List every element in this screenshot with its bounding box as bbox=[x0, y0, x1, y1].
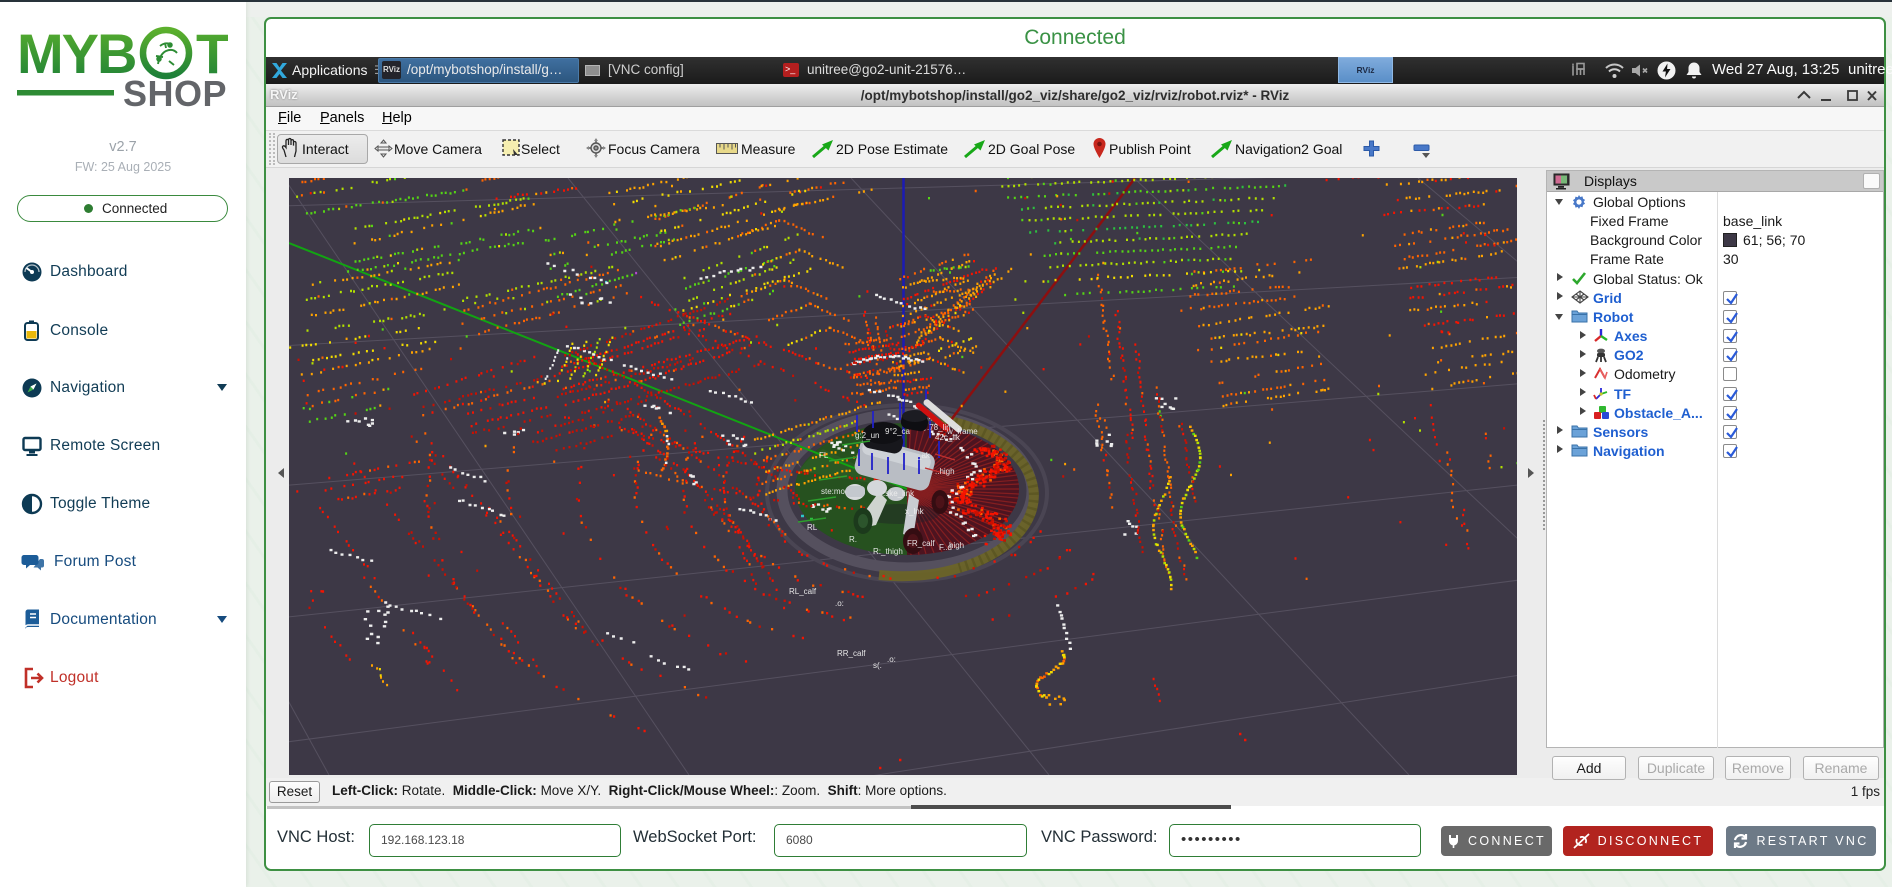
svg-text:R.: R. bbox=[849, 535, 857, 544]
svg-text:MYB: MYB bbox=[17, 26, 135, 85]
svg-text:42c_lik: 42c_lik bbox=[935, 433, 961, 442]
svg-text:_ak: _ak bbox=[916, 451, 931, 460]
svg-text:g:2_un: g:2_un bbox=[855, 431, 879, 440]
svg-text:s(.: s(. bbox=[873, 661, 882, 670]
svg-text:.o:: .o: bbox=[887, 655, 896, 664]
svg-text:..high: ..high bbox=[935, 467, 955, 476]
svg-text:RL: RL bbox=[807, 523, 818, 532]
svg-text::ske_link: :ske_link bbox=[883, 489, 915, 498]
svg-text:9°2_ca: 9°2_ca bbox=[885, 427, 911, 436]
svg-text:SHOP: SHOP bbox=[123, 73, 227, 110]
svg-text:RL_calf: RL_calf bbox=[789, 587, 817, 596]
svg-text:R:_thigh: R:_thigh bbox=[873, 547, 903, 556]
svg-text:FL: FL bbox=[819, 451, 829, 460]
svg-text:ste:mo: ste:mo bbox=[821, 487, 846, 496]
svg-text:FR_calf: FR_calf bbox=[907, 539, 935, 548]
svg-text:RR_calf: RR_calf bbox=[837, 649, 866, 658]
svg-text:x_lnk: x_lnk bbox=[905, 507, 925, 516]
svg-text:.o:: .o: bbox=[835, 599, 844, 608]
svg-text:high: high bbox=[949, 541, 964, 550]
